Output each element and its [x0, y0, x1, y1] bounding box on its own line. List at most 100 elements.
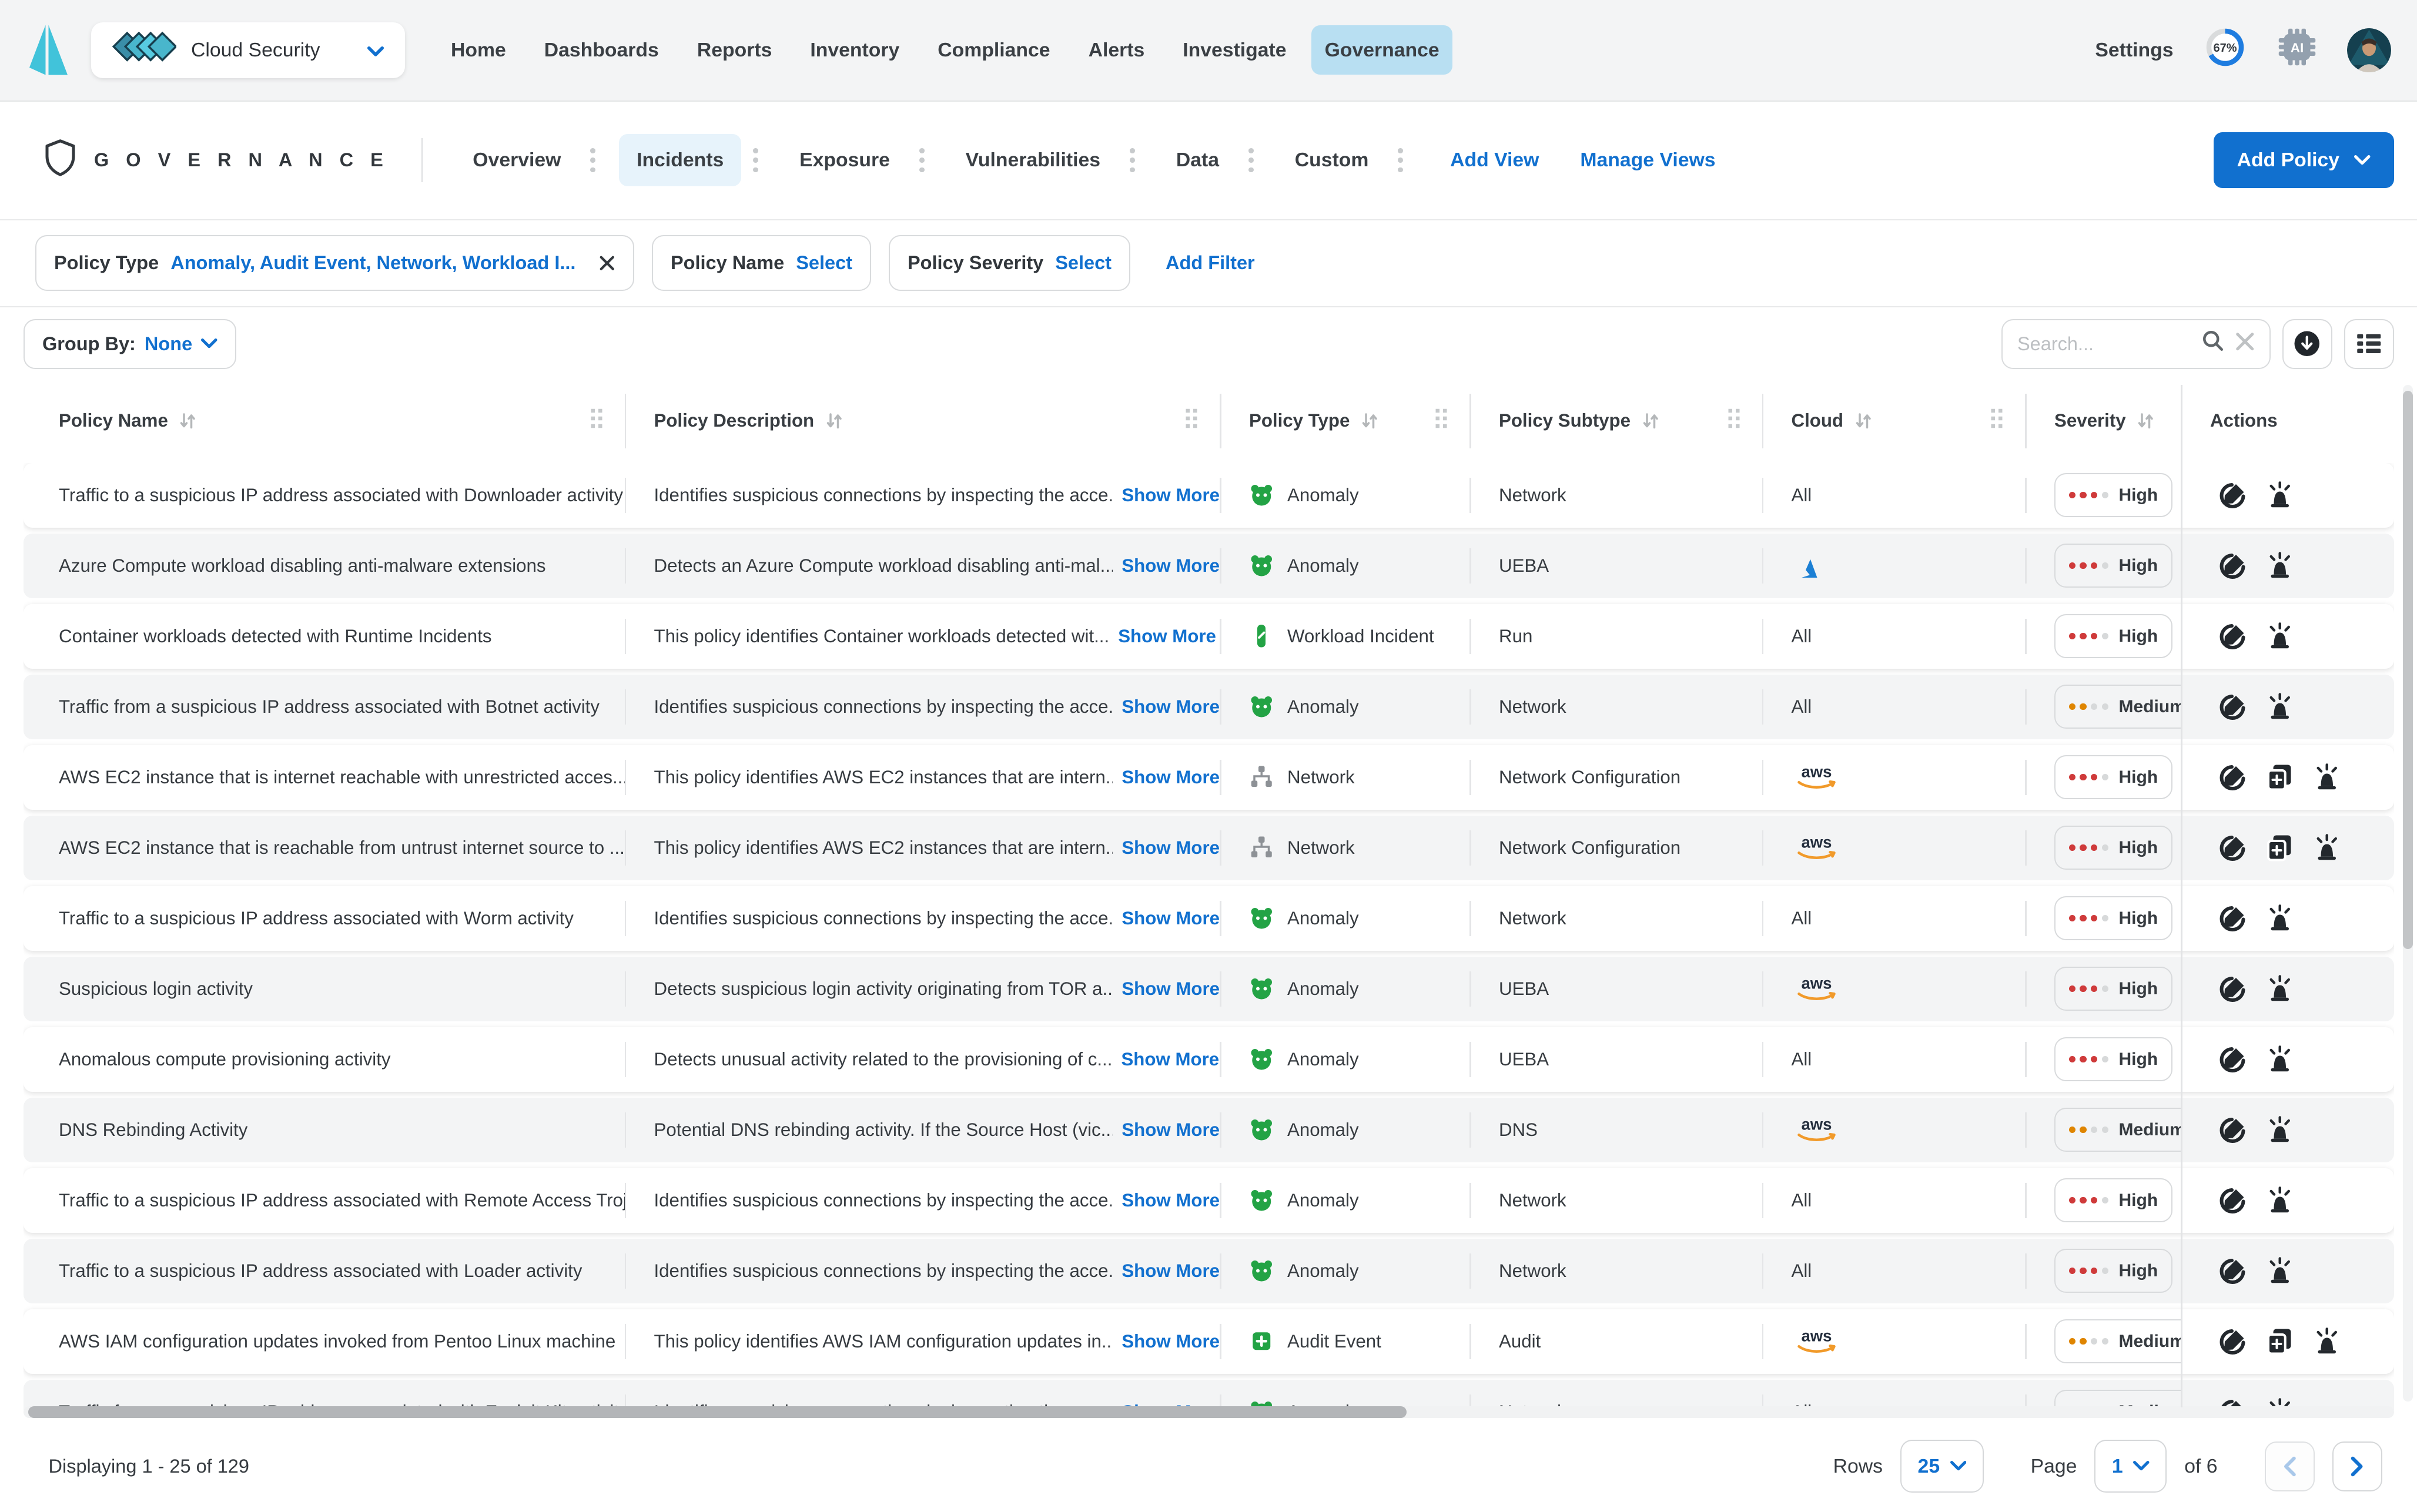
add-policy-button[interactable]: Add Policy — [2214, 132, 2394, 188]
tab-overview[interactable]: Overview — [455, 134, 578, 186]
nav-item-dashboards[interactable]: Dashboards — [531, 25, 672, 75]
edit-policy-icon[interactable] — [2219, 622, 2247, 651]
vertical-scrollbar[interactable] — [2403, 385, 2413, 1402]
show-more-link[interactable]: Show More — [1122, 485, 1220, 506]
edit-policy-icon[interactable] — [2219, 904, 2247, 933]
settings-link[interactable]: Settings — [2095, 39, 2173, 62]
product-switcher[interactable]: Cloud Security — [91, 22, 405, 78]
disable-alarm-icon[interactable] — [2266, 552, 2294, 580]
show-more-link[interactable]: Show More — [1121, 1049, 1219, 1070]
column-drag-handle[interactable] — [1990, 408, 2004, 435]
table-row[interactable]: Traffic from a suspicious IP address ass… — [24, 675, 2394, 739]
disable-alarm-icon[interactable] — [2266, 1257, 2294, 1285]
nav-item-inventory[interactable]: Inventory — [797, 25, 913, 75]
ai-chip-icon[interactable]: AI — [2277, 26, 2318, 73]
rows-per-page-dropdown[interactable]: 25 — [1900, 1440, 1984, 1493]
edit-policy-icon[interactable] — [2219, 693, 2247, 721]
column-drag-handle[interactable] — [1727, 408, 1742, 435]
close-icon[interactable] — [599, 255, 615, 271]
table-row[interactable]: Traffic to a suspicious IP address assoc… — [24, 1239, 2394, 1303]
table-row[interactable]: Container workloads detected with Runtim… — [24, 604, 2394, 669]
tab-data[interactable]: Data — [1159, 134, 1237, 186]
add-view-link[interactable]: Add View — [1450, 149, 1539, 172]
tab-custom-menu-icon[interactable] — [1389, 142, 1412, 178]
show-more-link[interactable]: Show More — [1122, 837, 1220, 859]
tab-vulnerabilities-menu-icon[interactable] — [1121, 142, 1144, 178]
edit-policy-icon[interactable] — [2219, 552, 2247, 580]
next-page-button[interactable] — [2332, 1441, 2382, 1491]
horizontal-scrollbar[interactable] — [24, 1406, 2394, 1418]
disable-alarm-icon[interactable] — [2266, 904, 2294, 933]
edit-policy-icon[interactable] — [2219, 1116, 2247, 1144]
clone-policy-icon[interactable] — [2266, 1327, 2294, 1356]
table-row[interactable]: Suspicious login activity Detects suspic… — [24, 957, 2394, 1021]
nav-item-reports[interactable]: Reports — [684, 25, 785, 75]
column-drag-handle[interactable] — [1184, 408, 1199, 435]
user-avatar[interactable] — [2347, 28, 2391, 72]
column-header-policy-description[interactable]: Policy Description — [625, 388, 1220, 454]
filter-chip-policy-severity[interactable]: Policy Severity Select — [889, 235, 1130, 291]
column-header-cloud[interactable]: Cloud — [1762, 388, 2026, 454]
disable-alarm-icon[interactable] — [2313, 834, 2341, 862]
search-icon[interactable] — [2202, 330, 2224, 358]
edit-policy-icon[interactable] — [2219, 1045, 2247, 1074]
tab-exposure[interactable]: Exposure — [782, 134, 908, 186]
column-header-severity[interactable]: Severity — [2025, 388, 2181, 454]
tab-data-menu-icon[interactable] — [1240, 142, 1263, 178]
show-more-link[interactable]: Show More — [1118, 626, 1216, 647]
table-row[interactable]: AWS IAM configuration updates invoked fr… — [24, 1309, 2394, 1374]
column-drag-handle[interactable] — [590, 408, 604, 435]
show-more-link[interactable]: Show More — [1122, 908, 1220, 929]
show-more-link[interactable]: Show More — [1122, 767, 1220, 788]
tab-incidents[interactable]: Incidents — [619, 134, 741, 186]
show-more-link[interactable]: Show More — [1122, 978, 1220, 1000]
column-drag-handle[interactable] — [1434, 408, 1449, 435]
previous-page-button[interactable] — [2265, 1441, 2315, 1491]
show-more-link[interactable]: Show More — [1122, 1119, 1220, 1141]
table-row[interactable]: Traffic to a suspicious IP address assoc… — [24, 1168, 2394, 1233]
filter-value[interactable]: Anomaly, Audit Event, Network, Workload … — [170, 252, 575, 274]
show-more-link[interactable]: Show More — [1122, 1331, 1220, 1352]
disable-alarm-icon[interactable] — [2313, 1327, 2341, 1356]
page-dropdown[interactable]: 1 — [2094, 1440, 2167, 1493]
disable-alarm-icon[interactable] — [2266, 975, 2294, 1003]
edit-policy-icon[interactable] — [2219, 481, 2247, 509]
add-filter-link[interactable]: Add Filter — [1166, 252, 1255, 274]
column-header-policy-name[interactable]: Policy Name — [24, 388, 625, 454]
tab-overview-menu-icon[interactable] — [581, 142, 604, 178]
edit-policy-icon[interactable] — [2219, 1186, 2247, 1215]
disable-alarm-icon[interactable] — [2266, 1186, 2294, 1215]
clone-policy-icon[interactable] — [2266, 834, 2294, 862]
table-row[interactable]: DNS Rebinding Activity Potential DNS reb… — [24, 1098, 2394, 1162]
manage-views-link[interactable]: Manage Views — [1580, 149, 1715, 172]
edit-policy-icon[interactable] — [2219, 763, 2247, 792]
edit-policy-icon[interactable] — [2219, 1327, 2247, 1356]
horizontal-scrollbar-thumb[interactable] — [28, 1406, 1407, 1418]
clear-search-icon[interactable] — [2235, 331, 2255, 357]
column-header-policy-subtype[interactable]: Policy Subtype — [1469, 388, 1762, 454]
show-more-link[interactable]: Show More — [1122, 696, 1220, 718]
tab-incidents-menu-icon[interactable] — [744, 142, 767, 178]
table-row[interactable]: Azure Compute workload disabling anti-ma… — [24, 534, 2394, 598]
group-by-dropdown[interactable]: Group By: None — [24, 319, 236, 369]
disable-alarm-icon[interactable] — [2313, 763, 2341, 792]
search-input[interactable] — [2017, 333, 2190, 355]
edit-policy-icon[interactable] — [2219, 834, 2247, 862]
disable-alarm-icon[interactable] — [2266, 1116, 2294, 1144]
show-more-link[interactable]: Show More — [1122, 555, 1220, 576]
nav-item-alerts[interactable]: Alerts — [1075, 25, 1158, 75]
filter-value[interactable]: Select — [1055, 252, 1112, 274]
nav-item-compliance[interactable]: Compliance — [925, 25, 1063, 75]
table-row[interactable]: Traffic to a suspicious IP address assoc… — [24, 886, 2394, 951]
edit-policy-icon[interactable] — [2219, 1257, 2247, 1285]
disable-alarm-icon[interactable] — [2266, 481, 2294, 509]
filter-chip-policy-type[interactable]: Policy Type Anomaly, Audit Event, Networ… — [35, 235, 634, 291]
table-row[interactable]: AWS EC2 instance that is internet reacha… — [24, 745, 2394, 810]
nav-item-investigate[interactable]: Investigate — [1170, 25, 1300, 75]
column-header-policy-type[interactable]: Policy Type — [1220, 388, 1469, 454]
progress-ring[interactable]: 67% — [2203, 25, 2247, 75]
nav-item-home[interactable]: Home — [437, 25, 519, 75]
show-more-link[interactable]: Show More — [1122, 1190, 1220, 1211]
download-button[interactable] — [2282, 319, 2332, 369]
vertical-scrollbar-thumb[interactable] — [2403, 391, 2413, 949]
